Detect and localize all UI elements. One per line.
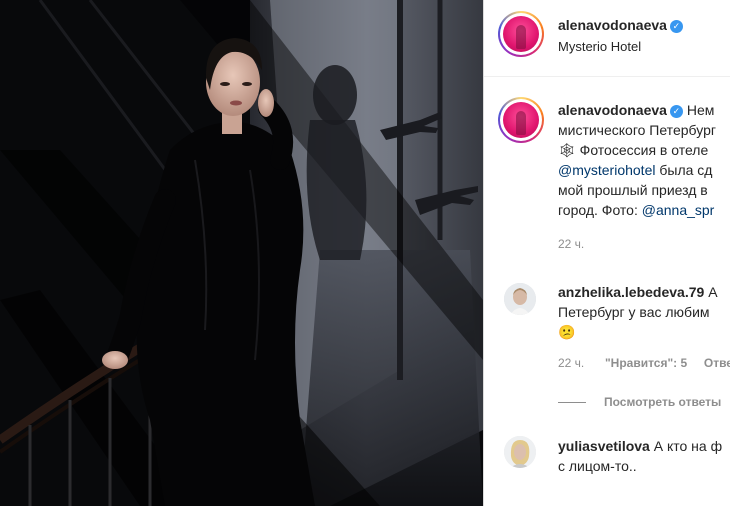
comment: anzhelika.lebedeva.79 А Петербург у вас … <box>558 282 718 342</box>
mention-link[interactable]: @mysteriohotel <box>558 162 655 178</box>
spider-web-emoji-icon: 🕸 <box>558 142 576 158</box>
caption-username[interactable]: alenavodonaeva <box>558 102 667 118</box>
caption-avatar[interactable] <box>498 97 544 143</box>
header-username[interactable]: alenavodonaeva <box>558 17 667 33</box>
caption-line: была сд <box>659 162 713 178</box>
comment-likes-count[interactable]: "Нравится": 5 <box>605 356 687 370</box>
comment-time[interactable]: 22 ч. <box>558 356 584 370</box>
post-side-panel: alenavodonaeva ✓ Mysterio Hotel alenavodo… <box>483 0 730 506</box>
caption-line: Фотосессия в отеле <box>579 142 709 158</box>
post-photo[interactable] <box>0 0 483 506</box>
comment-username[interactable]: yuliasvetilova <box>558 438 650 454</box>
confused-emoji-icon: 😕 <box>558 324 576 340</box>
view-replies-button[interactable]: Посмотреть ответы <box>604 395 721 409</box>
comment-meta: 22 ч. "Нравится": 5 Отве <box>558 356 730 370</box>
header-location[interactable]: Mysterio Hotel <box>558 39 641 54</box>
commenter-avatar[interactable] <box>504 436 536 468</box>
caption-line: мой прошлый приезд в <box>558 182 708 198</box>
comment-text: А <box>708 284 718 300</box>
commenter-avatar[interactable] <box>504 283 536 315</box>
caption-time[interactable]: 22 ч. <box>558 237 584 251</box>
caption-line: мистического Петербург <box>558 122 716 138</box>
comment-text: Петербург у вас любим <box>558 304 710 320</box>
comment: yuliasvetilova А кто на ф с лицом-то.. <box>558 436 722 476</box>
header-avatar[interactable] <box>498 11 544 57</box>
divider-line <box>558 402 586 403</box>
comment-username[interactable]: anzhelika.lebedeva.79 <box>558 284 704 300</box>
verified-badge-icon: ✓ <box>669 20 683 33</box>
mention-link[interactable]: @anna_spr <box>642 202 715 218</box>
caption-line: город. Фото: <box>558 202 642 218</box>
reply-button[interactable]: Отве <box>704 356 730 370</box>
caption: alenavodonaeva ✓ Нем мистического Петербу… <box>558 100 730 220</box>
caption-line: Нем <box>686 102 715 118</box>
comment-text: А кто на ф <box>653 438 723 454</box>
post-header: alenavodonaeva ✓ Mysterio Hotel <box>484 0 730 77</box>
verified-badge-icon: ✓ <box>669 105 683 118</box>
comment-text: с лицом-то.. <box>558 458 637 474</box>
